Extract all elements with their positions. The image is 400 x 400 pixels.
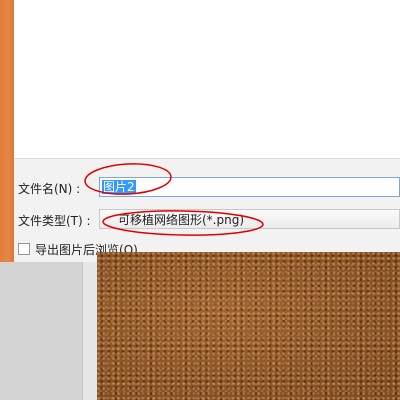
filetype-label: 文件类型(T) : (18, 214, 91, 228)
app-sidebar-strip (0, 0, 14, 262)
leather-texture-image (97, 252, 400, 400)
filename-input[interactable]: 图片2 (99, 177, 400, 197)
preview-after-export-checkbox[interactable] (18, 243, 30, 255)
filename-label: 文件名(N) : (18, 182, 81, 196)
slide-panel-background (0, 262, 82, 400)
filetype-select[interactable]: 可移植网络图形(*.png) (99, 209, 400, 229)
filename-selected-text[interactable]: 图片2 (102, 180, 136, 194)
panel-divider (82, 262, 98, 400)
filetype-selected-value[interactable]: 可移植网络图形(*.png) (118, 213, 244, 227)
